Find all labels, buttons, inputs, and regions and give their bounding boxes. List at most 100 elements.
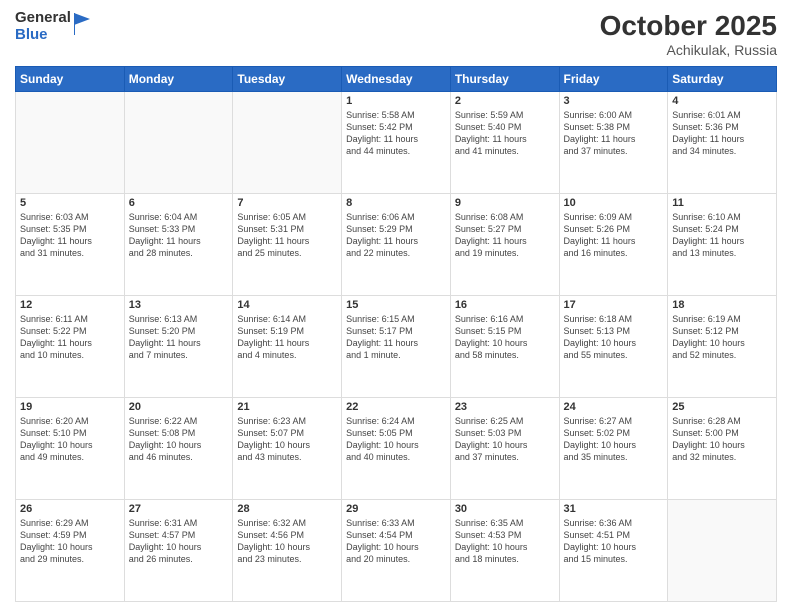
- col-saturday: Saturday: [668, 67, 777, 92]
- calendar-week-row: 12Sunrise: 6:11 AM Sunset: 5:22 PM Dayli…: [16, 296, 777, 398]
- table-row: 29 Sunrise: 6:33 AM Sunset: 4:54 PM Dayli…: [342, 500, 451, 602]
- day-number: 13: [129, 299, 229, 311]
- day-info: Sunrise: 6:14 AM Sunset: 5:19 PM Dayligh…: [237, 313, 337, 362]
- table-row: [233, 92, 342, 194]
- location: Achikulak, Russia: [600, 42, 777, 58]
- calendar-header-row: Sunday Monday Tuesday Wednesday Thursday…: [16, 67, 777, 92]
- day-info: Sunrise: 5:58 AM Sunset: 5:42 PM Dayligh…: [346, 109, 446, 158]
- table-row: 31 Sunrise: 6:36 AM Sunset: 4:51 PM Dayli…: [559, 500, 668, 602]
- logo-text: General Blue: [15, 10, 71, 43]
- day-info: Sunrise: 6:10 AM Sunset: 5:24 PM Dayligh…: [672, 211, 772, 260]
- day-info: Sunrise: 6:35 AM Sunset: 4:53 PM Dayligh…: [455, 517, 555, 566]
- day-number: 24: [564, 401, 664, 413]
- day-info: Sunrise: 6:32 AM Sunset: 4:56 PM Dayligh…: [237, 517, 337, 566]
- day-info: Sunrise: 6:25 AM Sunset: 5:03 PM Dayligh…: [455, 415, 555, 464]
- table-row: 22 Sunrise: 6:24 AM Sunset: 5:05 PM Dayli…: [342, 398, 451, 500]
- title-section: October 2025 Achikulak, Russia: [600, 10, 777, 58]
- table-row: 6 Sunrise: 6:04 AM Sunset: 5:33 PM Daylig…: [124, 194, 233, 296]
- day-info: Sunrise: 6:01 AM Sunset: 5:36 PM Dayligh…: [672, 109, 772, 158]
- day-info: Sunrise: 6:03 AM Sunset: 5:35 PM Dayligh…: [20, 211, 120, 260]
- day-info: Sunrise: 6:19 AM Sunset: 5:12 PM Dayligh…: [672, 313, 772, 362]
- month-title: October 2025: [600, 10, 777, 42]
- day-info: Sunrise: 6:28 AM Sunset: 5:00 PM Dayligh…: [672, 415, 772, 464]
- day-number: 1: [346, 95, 446, 107]
- table-row: 28 Sunrise: 6:32 AM Sunset: 4:56 PM Dayli…: [233, 500, 342, 602]
- table-row: 20Sunrise: 6:22 AM Sunset: 5:08 PM Dayli…: [124, 398, 233, 500]
- day-info: Sunrise: 6:36 AM Sunset: 4:51 PM Dayligh…: [564, 517, 664, 566]
- page-container: General Blue October 2025 Achikulak, Rus…: [0, 0, 792, 612]
- day-info: Sunrise: 5:59 AM Sunset: 5:40 PM Dayligh…: [455, 109, 555, 158]
- col-wednesday: Wednesday: [342, 67, 451, 92]
- day-info: Sunrise: 6:23 AM Sunset: 5:07 PM Dayligh…: [237, 415, 337, 464]
- day-info: Sunrise: 6:24 AM Sunset: 5:05 PM Dayligh…: [346, 415, 446, 464]
- table-row: 11 Sunrise: 6:10 AM Sunset: 5:24 PM Dayli…: [668, 194, 777, 296]
- day-number: 9: [455, 197, 555, 209]
- day-info: Sunrise: 6:11 AM Sunset: 5:22 PM Dayligh…: [20, 313, 120, 362]
- logo-flag-icon: [74, 13, 90, 40]
- day-number: 27: [129, 503, 229, 515]
- day-number: 19: [20, 401, 120, 413]
- col-monday: Monday: [124, 67, 233, 92]
- table-row: 9 Sunrise: 6:08 AM Sunset: 5:27 PM Daylig…: [450, 194, 559, 296]
- calendar-week-row: 19 Sunrise: 6:20 AM Sunset: 5:10 PM Dayli…: [16, 398, 777, 500]
- day-info: Sunrise: 6:15 AM Sunset: 5:17 PM Dayligh…: [346, 313, 446, 362]
- table-row: [668, 500, 777, 602]
- table-row: 13 Sunrise: 6:13 AM Sunset: 5:20 PM Dayli…: [124, 296, 233, 398]
- table-row: 7 Sunrise: 6:05 AM Sunset: 5:31 PM Daylig…: [233, 194, 342, 296]
- day-number: 31: [564, 503, 664, 515]
- day-info: Sunrise: 6:00 AM Sunset: 5:38 PM Dayligh…: [564, 109, 664, 158]
- day-info: Sunrise: 6:33 AM Sunset: 4:54 PM Dayligh…: [346, 517, 446, 566]
- day-number: 4: [672, 95, 772, 107]
- table-row: 27 Sunrise: 6:31 AM Sunset: 4:57 PM Dayli…: [124, 500, 233, 602]
- table-row: 24 Sunrise: 6:27 AM Sunset: 5:02 PM Dayli…: [559, 398, 668, 500]
- day-number: 29: [346, 503, 446, 515]
- col-tuesday: Tuesday: [233, 67, 342, 92]
- day-number: 25: [672, 401, 772, 413]
- day-number: 21: [237, 401, 337, 413]
- calendar-week-row: 26 Sunrise: 6:29 AM Sunset: 4:59 PM Dayli…: [16, 500, 777, 602]
- table-row: 8Sunrise: 6:06 AM Sunset: 5:29 PM Daylig…: [342, 194, 451, 296]
- day-number: 17: [564, 299, 664, 311]
- table-row: 30 Sunrise: 6:35 AM Sunset: 4:53 PM Dayli…: [450, 500, 559, 602]
- day-info: Sunrise: 6:27 AM Sunset: 5:02 PM Dayligh…: [564, 415, 664, 464]
- day-number: 3: [564, 95, 664, 107]
- day-info: Sunrise: 6:04 AM Sunset: 5:33 PM Dayligh…: [129, 211, 229, 260]
- day-info: Sunrise: 6:08 AM Sunset: 5:27 PM Dayligh…: [455, 211, 555, 260]
- day-info: Sunrise: 6:18 AM Sunset: 5:13 PM Dayligh…: [564, 313, 664, 362]
- table-row: 12Sunrise: 6:11 AM Sunset: 5:22 PM Dayli…: [16, 296, 125, 398]
- calendar-table: Sunday Monday Tuesday Wednesday Thursday…: [15, 66, 777, 602]
- day-number: 5: [20, 197, 120, 209]
- day-info: Sunrise: 6:13 AM Sunset: 5:20 PM Dayligh…: [129, 313, 229, 362]
- day-number: 22: [346, 401, 446, 413]
- table-row: 16 Sunrise: 6:16 AM Sunset: 5:15 PM Dayli…: [450, 296, 559, 398]
- table-row: 17 Sunrise: 6:18 AM Sunset: 5:13 PM Dayli…: [559, 296, 668, 398]
- day-number: 6: [129, 197, 229, 209]
- day-number: 11: [672, 197, 772, 209]
- day-info: Sunrise: 6:31 AM Sunset: 4:57 PM Dayligh…: [129, 517, 229, 566]
- table-row: 2Sunrise: 5:59 AM Sunset: 5:40 PM Daylig…: [450, 92, 559, 194]
- calendar-week-row: 1 Sunrise: 5:58 AM Sunset: 5:42 PM Daylig…: [16, 92, 777, 194]
- calendar-week-row: 5 Sunrise: 6:03 AM Sunset: 5:35 PM Daylig…: [16, 194, 777, 296]
- day-number: 30: [455, 503, 555, 515]
- table-row: 23Sunrise: 6:25 AM Sunset: 5:03 PM Dayli…: [450, 398, 559, 500]
- logo-blue: Blue: [15, 27, 71, 44]
- table-row: 10Sunrise: 6:09 AM Sunset: 5:26 PM Dayli…: [559, 194, 668, 296]
- day-info: Sunrise: 6:20 AM Sunset: 5:10 PM Dayligh…: [20, 415, 120, 464]
- table-row: 4 Sunrise: 6:01 AM Sunset: 5:36 PM Daylig…: [668, 92, 777, 194]
- day-number: 16: [455, 299, 555, 311]
- day-number: 7: [237, 197, 337, 209]
- day-number: 14: [237, 299, 337, 311]
- day-number: 18: [672, 299, 772, 311]
- day-info: Sunrise: 6:29 AM Sunset: 4:59 PM Dayligh…: [20, 517, 120, 566]
- day-info: Sunrise: 6:05 AM Sunset: 5:31 PM Dayligh…: [237, 211, 337, 260]
- day-number: 26: [20, 503, 120, 515]
- day-number: 28: [237, 503, 337, 515]
- table-row: [124, 92, 233, 194]
- day-info: Sunrise: 6:16 AM Sunset: 5:15 PM Dayligh…: [455, 313, 555, 362]
- day-info: Sunrise: 6:09 AM Sunset: 5:26 PM Dayligh…: [564, 211, 664, 260]
- day-info: Sunrise: 6:06 AM Sunset: 5:29 PM Dayligh…: [346, 211, 446, 260]
- table-row: 18 Sunrise: 6:19 AM Sunset: 5:12 PM Dayli…: [668, 296, 777, 398]
- table-row: 19 Sunrise: 6:20 AM Sunset: 5:10 PM Dayli…: [16, 398, 125, 500]
- col-friday: Friday: [559, 67, 668, 92]
- header: General Blue October 2025 Achikulak, Rus…: [15, 10, 777, 58]
